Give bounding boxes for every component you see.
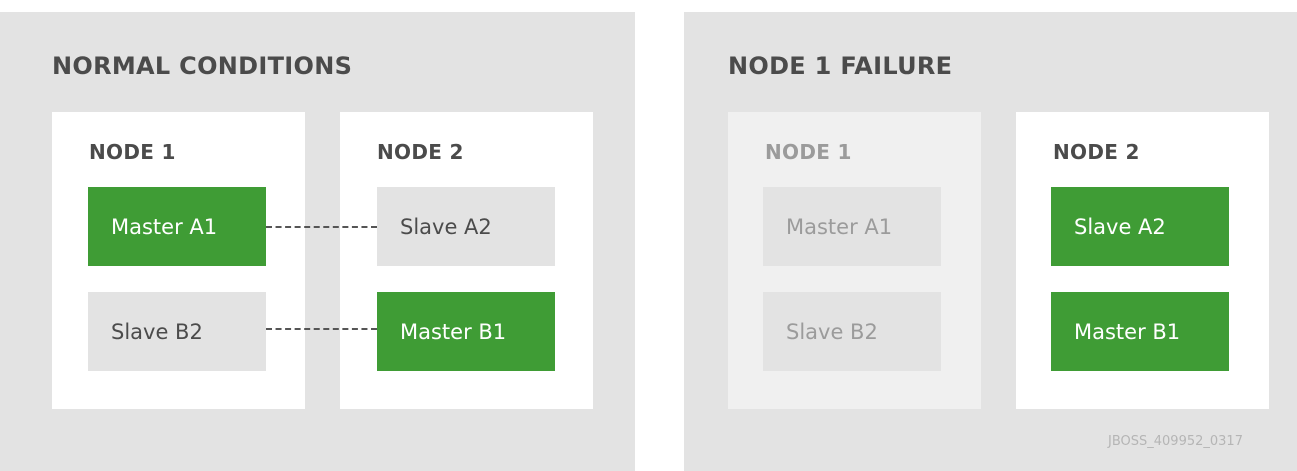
- replication-link-a: [266, 226, 377, 228]
- replication-link-b: [266, 328, 377, 330]
- diagram-code: JBOSS_409952_0317: [1108, 434, 1243, 449]
- failure-node1: NODE 1 Master A1 Slave B2: [728, 112, 981, 409]
- failure-node2-master-b1: Master B1: [1051, 292, 1229, 371]
- normal-conditions-title: NORMAL CONDITIONS: [52, 52, 353, 80]
- normal-node1-slave-b2: Slave B2: [88, 292, 266, 371]
- normal-node1-title: NODE 1: [89, 140, 176, 164]
- normal-node2-title: NODE 2: [377, 140, 464, 164]
- normal-node2-master-b1: Master B1: [377, 292, 555, 371]
- failure-node2-title: NODE 2: [1053, 140, 1140, 164]
- failure-node2-slave-a2: Slave A2: [1051, 187, 1229, 266]
- failure-node2: NODE 2 Slave A2 Master B1: [1016, 112, 1269, 409]
- normal-node1-master-a1: Master A1: [88, 187, 266, 266]
- failure-node1-title: NODE 1: [765, 140, 852, 164]
- normal-node2: NODE 2 Slave A2 Master B1: [340, 112, 593, 409]
- normal-node1: NODE 1 Master A1 Slave B2: [52, 112, 305, 409]
- node1-failure-title: NODE 1 FAILURE: [728, 52, 953, 80]
- node1-failure-panel: NODE 1 FAILURE NODE 1 Master A1 Slave B2…: [684, 12, 1297, 471]
- failure-node1-master-a1: Master A1: [763, 187, 941, 266]
- failure-node1-slave-b2: Slave B2: [763, 292, 941, 371]
- normal-node2-slave-a2: Slave A2: [377, 187, 555, 266]
- normal-conditions-panel: NORMAL CONDITIONS NODE 1 Master A1 Slave…: [0, 12, 635, 471]
